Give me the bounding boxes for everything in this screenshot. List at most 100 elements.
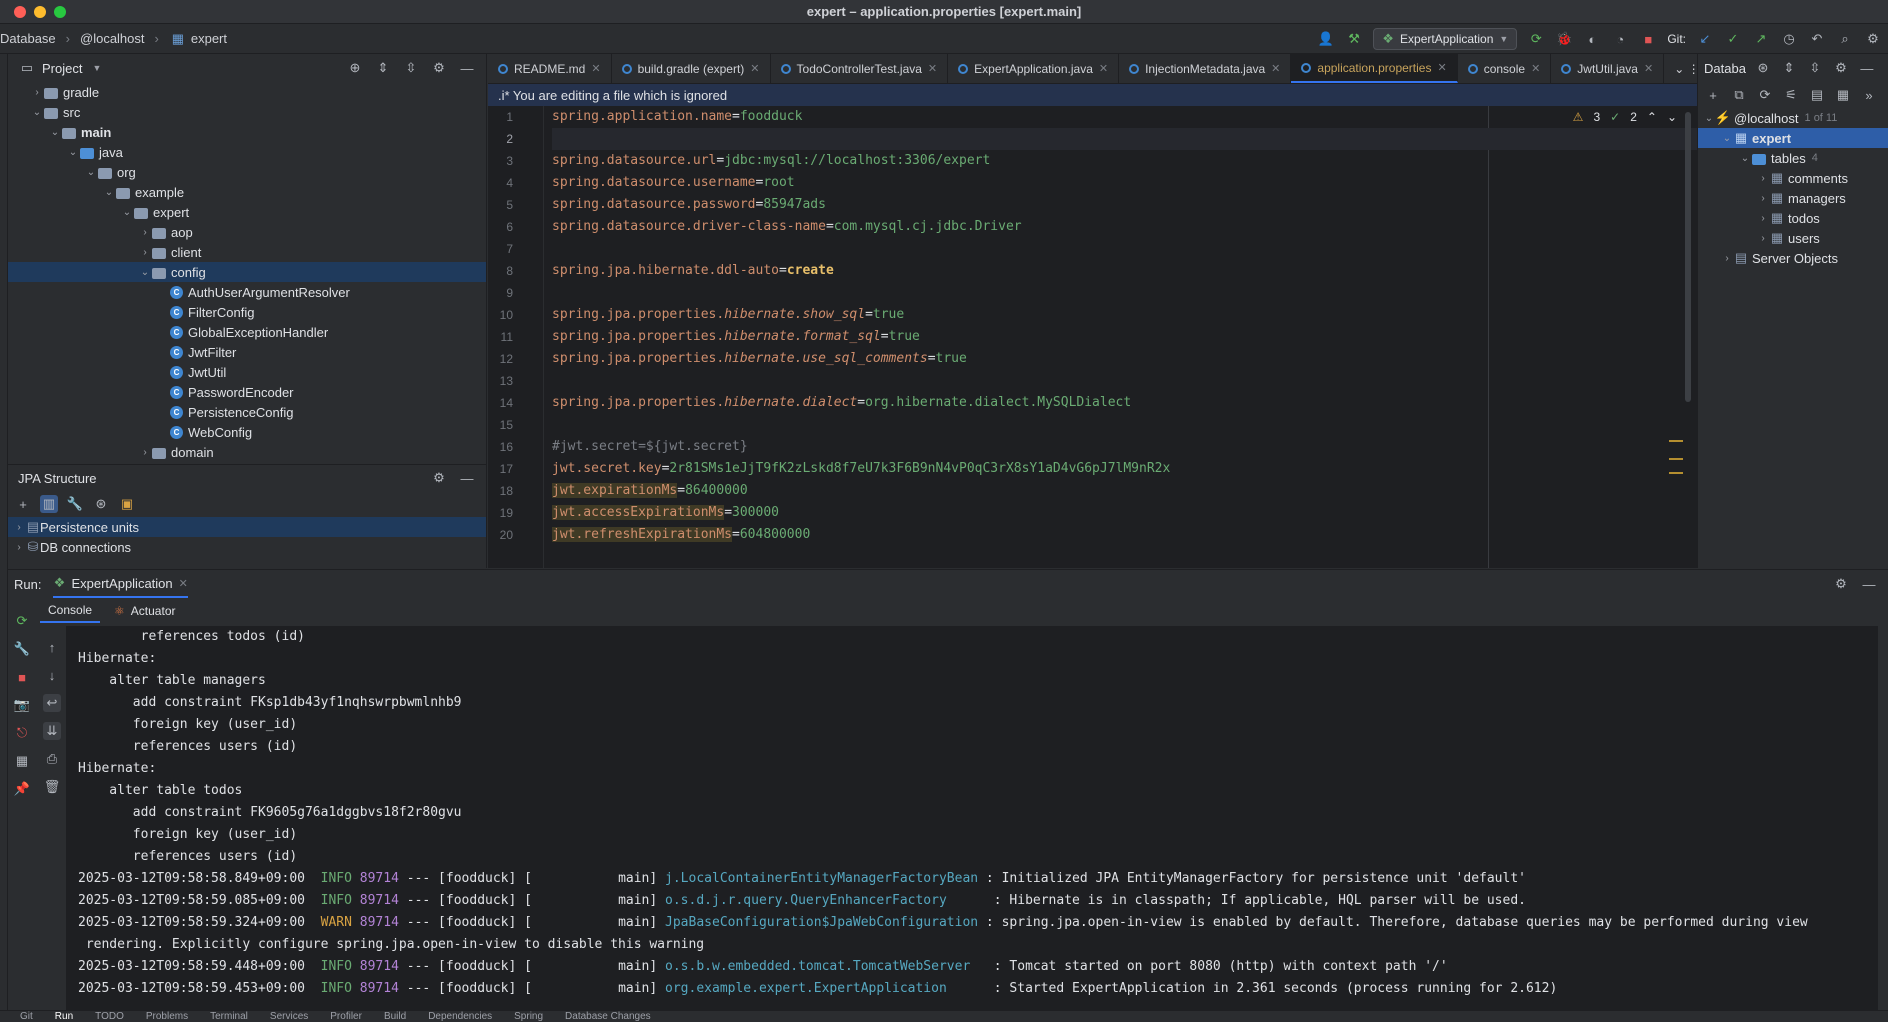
close-icon[interactable]: ✕ [179, 577, 188, 590]
tree-item[interactable]: C AuthUserArgumentResolver [8, 282, 486, 302]
editor-tab[interactable]: application.properties ✕ [1291, 54, 1458, 83]
chevron-down-icon[interactable]: ⌄ [48, 127, 62, 138]
tool-window-button[interactable]: Spring [514, 1011, 543, 1022]
code-line[interactable]: jwt.refreshExpirationMs=604800000 [552, 524, 1697, 546]
rerun-icon[interactable]: ⟳ [1527, 30, 1545, 48]
target-icon[interactable]: ⊛ [1754, 59, 1772, 77]
tool-window-button[interactable]: Services [270, 1011, 308, 1022]
scroll-to-end-icon[interactable]: ⇊ [43, 722, 61, 740]
git-commit-icon[interactable]: ✓ [1724, 30, 1742, 48]
console-output[interactable]: references todos (id) Hibernate: alter ta… [66, 626, 1878, 1011]
collapse-all-icon[interactable]: ⇳ [1806, 59, 1824, 77]
copy-icon[interactable]: ⧉ [1730, 86, 1748, 104]
camera-icon[interactable]: 📷 [13, 696, 31, 714]
schema-filter-icon[interactable]: ⚟ [1782, 86, 1800, 104]
chevron-right-icon[interactable]: › [1756, 173, 1770, 184]
project-panel-title[interactable]: Project [42, 61, 82, 76]
refresh-icon[interactable]: ⟳ [1756, 86, 1774, 104]
close-icon[interactable]: ✕ [1099, 62, 1108, 75]
close-window-button[interactable] [14, 6, 26, 18]
rollback-icon[interactable]: ↶ [1808, 30, 1826, 48]
close-icon[interactable]: ✕ [1531, 62, 1540, 75]
jpa-item-persistence-units[interactable]: › ▤ Persistence units [8, 517, 486, 537]
chevron-right-icon[interactable]: › [1756, 233, 1770, 244]
tree-item[interactable]: ⌄ config [8, 262, 486, 282]
tree-item[interactable]: C JwtFilter [8, 342, 486, 362]
close-icon[interactable]: ✕ [1271, 62, 1280, 75]
tool-window-button[interactable]: Build [384, 1011, 406, 1022]
more-icon[interactable]: » [1860, 86, 1878, 104]
code-line[interactable]: spring.jpa.properties.hibernate.format_s… [552, 326, 1697, 348]
tool-window-button[interactable]: Git [20, 1011, 33, 1022]
wrench-icon[interactable]: 🔧 [13, 640, 31, 658]
db-schema-row[interactable]: ⌄ ▦ expert [1698, 128, 1888, 148]
scroll-down-icon[interactable]: ↓ [43, 666, 61, 684]
table-icon[interactable]: ▤ [1808, 86, 1826, 104]
tree-item[interactable]: C PasswordEncoder [8, 382, 486, 402]
hide-panel-icon[interactable]: — [458, 469, 476, 487]
close-icon[interactable]: ✕ [1644, 62, 1653, 75]
tree-item[interactable]: C FilterConfig [8, 302, 486, 322]
code-lines[interactable]: spring.application.name=foodduck spring.d… [552, 106, 1697, 546]
tool-window-button[interactable]: Terminal [210, 1011, 248, 1022]
code-line[interactable]: spring.datasource.url=jdbc:mysql://local… [552, 150, 1697, 172]
log-logger[interactable]: j.LocalContainerEntityManagerFactoryBean [665, 871, 978, 886]
tree-item[interactable]: › client [8, 242, 486, 262]
actuator-tab[interactable]: ⚛ Actuator [114, 604, 175, 618]
editor-tab[interactable]: README.md ✕ [488, 54, 612, 83]
tool-window-button[interactable]: Problems [146, 1011, 188, 1022]
locate-icon[interactable]: ⊕ [346, 59, 364, 77]
chevron-down-icon[interactable]: ⌄ [1720, 133, 1734, 144]
debug-icon[interactable]: 🐞 [1555, 30, 1573, 48]
log-logger[interactable]: org.example.expert.ExpertApplication [665, 981, 986, 996]
expand-all-icon[interactable]: ⇕ [1780, 59, 1798, 77]
chevron-right-icon[interactable]: › [1720, 253, 1734, 264]
chevron-down-icon[interactable]: ⌄ [120, 207, 134, 218]
scroll-up-icon[interactable]: ↑ [43, 638, 61, 656]
chevron-down-icon[interactable]: ⌄ [1702, 113, 1716, 124]
wrench-icon[interactable]: 🔧 [66, 495, 84, 513]
tree-item[interactable]: ⌄ main [8, 122, 486, 142]
chevron-up-icon[interactable]: ⌃ [1647, 110, 1657, 124]
settings-gear-icon[interactable]: ⚙ [1864, 30, 1882, 48]
user-icon[interactable]: 👤 [1317, 30, 1335, 48]
tree-item[interactable]: › aop [8, 222, 486, 242]
stop-icon[interactable]: ■ [1639, 30, 1657, 48]
code-line[interactable]: spring.jpa.properties.hibernate.dialect=… [552, 392, 1697, 414]
breadcrumb-database[interactable]: Database [0, 31, 56, 46]
breadcrumb-schema[interactable]: expert [191, 31, 227, 46]
code-line[interactable]: spring.jpa.properties.hibernate.use_sql_… [552, 348, 1697, 370]
stop-icon[interactable]: ■ [13, 668, 31, 686]
editor-tab[interactable]: TodoControllerTest.java ✕ [771, 54, 949, 83]
editor-scrollbar[interactable] [1685, 112, 1691, 402]
minimize-window-button[interactable] [34, 6, 46, 18]
code-line[interactable]: spring.datasource.password=85947ads [552, 194, 1697, 216]
code-line[interactable]: jwt.accessExpirationMs=300000 [552, 502, 1697, 524]
log-logger[interactable]: o.s.b.w.embedded.tomcat.TomcatWebServer [665, 959, 986, 974]
code-line[interactable]: spring.jpa.properties.hibernate.show_sql… [552, 304, 1697, 326]
chevron-right-icon[interactable]: › [138, 447, 152, 458]
rerun-icon[interactable]: ⟳ [13, 612, 31, 630]
code-line[interactable]: jwt.expirationMs=86400000 [552, 480, 1697, 502]
code-line[interactable]: #jwt.secret=${jwt.secret} [552, 436, 1697, 458]
code-line[interactable]: spring.application.name=foodduck [552, 106, 1697, 128]
tool-window-button[interactable]: Run [55, 1011, 73, 1022]
tree-item[interactable]: C PersistenceConfig [8, 402, 486, 422]
code-line[interactable] [552, 128, 1697, 150]
chevron-down-icon[interactable]: ⌄ [1667, 110, 1677, 124]
db-host-row[interactable]: ⌄ ⚡ @localhost 1 of 11 [1698, 108, 1888, 128]
trash-icon[interactable]: 🗑 [43, 778, 61, 796]
hide-panel-icon[interactable]: — [1860, 575, 1878, 593]
editor-tab[interactable]: InjectionMetadata.java ✕ [1119, 54, 1292, 83]
tree-item[interactable]: › domain [8, 442, 486, 462]
run-tab[interactable]: ❖ ExpertApplication ✕ [53, 570, 188, 598]
editor-tab[interactable]: JwtUtil.java ✕ [1551, 54, 1665, 83]
chevron-right-icon[interactable]: › [138, 227, 152, 238]
close-icon[interactable]: ✕ [750, 62, 759, 75]
search-icon[interactable]: ⌕ [1836, 30, 1854, 48]
chevron-down-icon[interactable]: ⌄ [66, 147, 80, 158]
tree-item[interactable]: › gradle [8, 82, 486, 102]
tree-item[interactable]: ⌄ expert [8, 202, 486, 222]
chevron-down-icon[interactable]: ⌄ [84, 167, 98, 178]
build-hammer-icon[interactable]: ⚒ [1345, 30, 1363, 48]
